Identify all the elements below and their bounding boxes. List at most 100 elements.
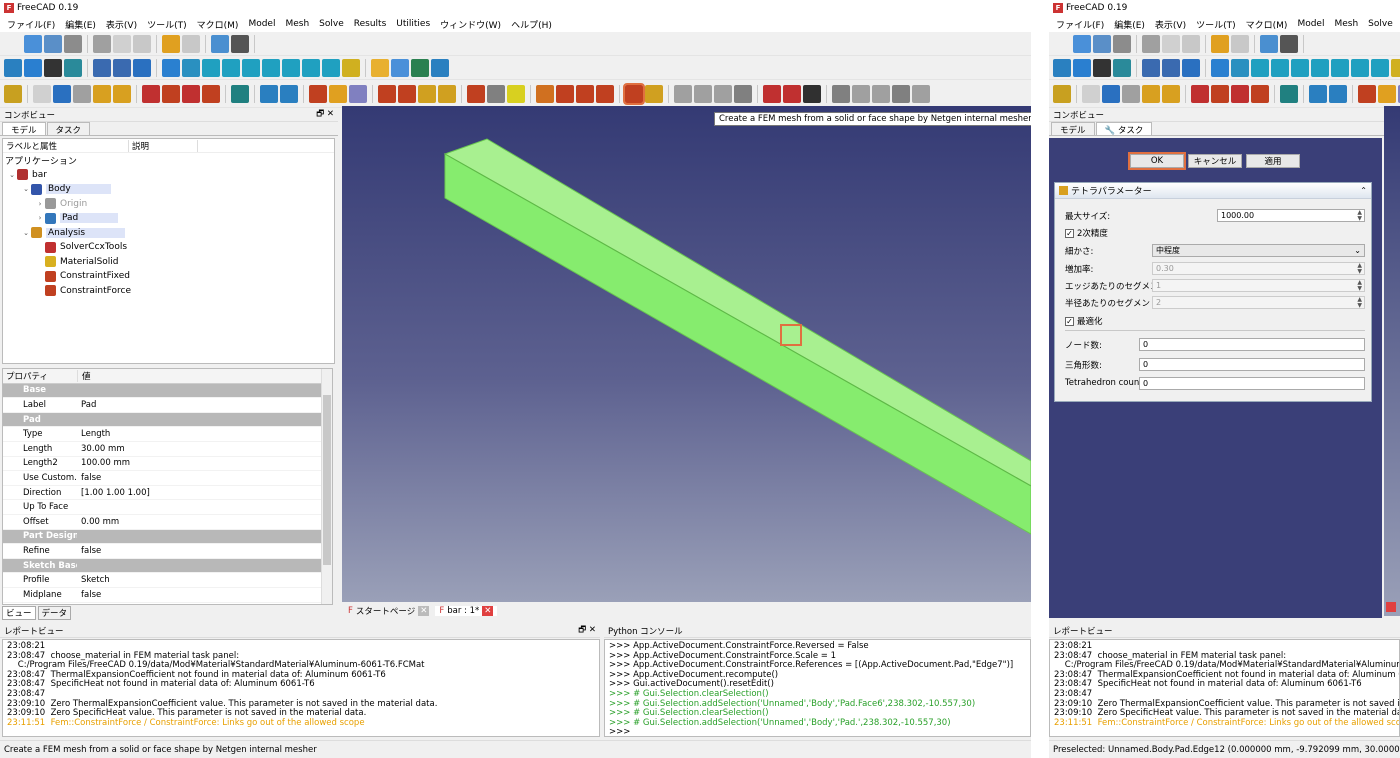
toolbar-button-icon[interactable] [349,84,367,103]
property-row[interactable]: Up To Face [3,500,332,515]
toolbar-button-icon[interactable] [64,58,82,77]
menu-item[interactable]: Results [349,19,392,29]
expand-arrow-icon[interactable]: ⌄ [21,185,31,193]
report-view[interactable]: 23:08:21 23:08:47 choose_material in FEM … [2,639,600,737]
toolbar-button-icon[interactable] [1280,34,1298,53]
toolbar-button-icon[interactable] [4,58,22,77]
viewport-edge[interactable] [1384,106,1400,616]
toolbar-button-icon[interactable] [231,34,249,53]
toolbar-button-icon[interactable] [93,84,111,103]
toolbar-button-icon[interactable] [431,58,449,77]
tree-item[interactable]: ⌄ bar [3,168,334,183]
property-value[interactable]: Sketch [77,575,110,585]
toolbar-button-icon[interactable] [280,84,298,103]
property-row[interactable]: Use Custom... false [3,471,332,486]
tree-item[interactable]: › Origin [3,197,334,212]
toolbar-button-icon[interactable] [64,34,82,53]
toolbar-button-icon[interactable] [342,58,360,77]
toolbar-button-icon[interactable] [1211,34,1229,53]
optimize-checkbox[interactable]: ✓ 最適化 [1065,315,1103,327]
toolbar-button-icon[interactable] [734,84,752,103]
viewport-canvas[interactable] [342,106,1031,602]
toolbar-button-icon[interactable] [1093,34,1111,53]
toolbar-button-icon[interactable] [1391,58,1400,77]
toolbar-button-icon[interactable] [1162,84,1180,103]
menu-item[interactable]: Model [1292,19,1329,29]
menu-item[interactable]: ヘルプ(H) [506,18,557,31]
tree-col-desc[interactable]: 説明 [128,139,198,152]
property-scrollbar[interactable] [321,369,332,604]
toolbar-button-icon[interactable] [1113,34,1131,53]
toolbar-button-icon[interactable] [438,84,456,103]
toolbar-button-icon[interactable] [142,84,160,103]
toolbar-button-icon[interactable] [1142,58,1160,77]
toolbar-button-icon[interactable] [1371,58,1389,77]
toolbar-button-icon[interactable] [242,58,260,77]
toolbar-button-icon[interactable] [536,84,554,103]
toolbar-button-icon[interactable] [1162,34,1180,53]
checkbox-checked-icon[interactable]: ✓ [1065,317,1074,326]
cancel-button[interactable]: キャンセル [1188,154,1242,168]
checkbox-checked-icon[interactable]: ✓ [1065,229,1074,238]
tree-item[interactable]: ConstraintForce [3,284,334,299]
fineness-select[interactable]: 中程度 ⌄ [1152,244,1365,257]
tab-model[interactable]: モデル [1051,122,1095,136]
tab-bar-document[interactable]: Fbar : 1* ✕ [435,606,498,616]
bar-top-face[interactable] [443,138,1031,487]
toolbar-button-icon[interactable] [53,84,71,103]
toolbar-button-icon[interactable] [1291,58,1309,77]
toolbar-button-icon[interactable] [1053,84,1071,103]
toolbar-button-icon[interactable] [1280,84,1298,103]
menu-item[interactable]: マクロ(M) [192,18,244,31]
toolbar-button-icon[interactable] [411,58,429,77]
toolbar-button-icon[interactable] [4,34,22,53]
toolbar-button-icon[interactable] [694,84,712,103]
segments-radius-input[interactable]: 2 ▲ ▼ [1152,296,1365,309]
scrollbar-thumb[interactable] [323,395,331,565]
property-value[interactable]: Pad [77,400,96,410]
spin-icon[interactable]: ▲ ▼ [1357,210,1362,222]
toolbar-button-icon[interactable] [1053,58,1071,77]
menu-item[interactable]: Solve [1363,19,1398,29]
toolbar-button-icon[interactable] [1191,84,1209,103]
toolbar-button-icon[interactable] [892,84,910,103]
toolbar-button-icon[interactable] [211,34,229,53]
toolbar-button-icon[interactable] [1231,34,1249,53]
toolbar-button-icon[interactable] [1142,84,1160,103]
toolbar-button-icon[interactable] [1311,58,1329,77]
toolbar-button-icon[interactable] [182,58,200,77]
tab-data[interactable]: データ [37,606,72,620]
property-row[interactable]: Profile Sketch [3,573,332,588]
spin-icon[interactable]: ▲ ▼ [1357,280,1362,292]
property-value[interactable]: false [77,590,101,600]
toolbar-button-icon[interactable] [832,84,850,103]
tab-task[interactable]: タスク [46,122,91,136]
tree-item[interactable]: › Pad [3,211,334,226]
property-row[interactable]: Label Pad [3,398,332,413]
toolbar-button-icon[interactable] [1211,84,1229,103]
property-value[interactable]: false [77,473,101,483]
tree-item[interactable]: MaterialSolid [3,255,334,270]
collapse-icon[interactable]: ⌃ [1360,186,1367,195]
toolbar-button-icon[interactable] [133,34,151,53]
property-row[interactable]: Type Length [3,427,332,442]
toolbar-button-icon[interactable] [391,58,409,77]
toolbar-button-icon[interactable] [44,58,62,77]
tab-view[interactable]: ビュー [2,606,36,620]
toolbar-button-icon[interactable] [378,84,396,103]
toolbar-button-icon[interactable] [302,58,320,77]
segments-edge-input[interactable]: 1 ▲ ▼ [1152,279,1365,292]
menu-item[interactable]: ファイル(F) [2,18,60,31]
toolbar-button-icon[interactable] [113,34,131,53]
menu-item[interactable]: マクロ(M) [1241,18,1293,31]
toolbar-button-icon[interactable] [260,84,278,103]
tab-task[interactable]: 🔧 タスク [1095,122,1153,136]
toolbar-button-icon[interactable] [162,84,180,103]
toolbar-button-icon[interactable] [133,58,151,77]
panel-float-close-icon[interactable]: 🗗 ✕ [578,624,596,638]
property-row[interactable]: Offset 0.00 mm [3,515,332,530]
toolbar-button-icon[interactable] [1113,58,1131,77]
expand-arrow-icon[interactable]: ⌄ [21,229,31,237]
toolbar-button-icon[interactable] [1082,84,1100,103]
tree-col-label[interactable]: ラベルと属性 [3,140,128,152]
